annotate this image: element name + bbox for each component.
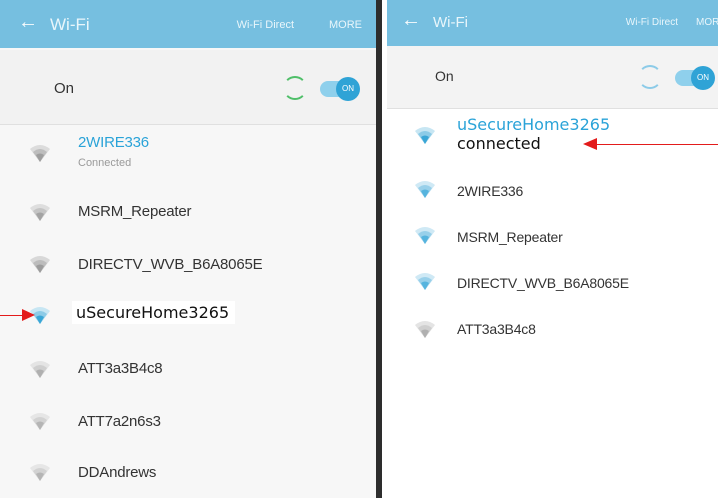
network-name: ATT3a3B4c8: [78, 360, 163, 377]
network-item[interactable]: uSecureHome3265 connected: [387, 110, 718, 166]
wifi-signal-icon: [30, 204, 50, 221]
network-name: MSRM_Repeater: [457, 229, 563, 245]
network-status: connected: [453, 132, 547, 155]
network-item[interactable]: ATT3a3B4c8: [387, 306, 718, 352]
wifi-signal-icon: [30, 464, 50, 481]
network-item[interactable]: 2WIRE336: [387, 168, 718, 214]
wifi-toggle-row[interactable]: On ON: [387, 46, 718, 109]
app-bar: ← Wi-Fi Wi-Fi Direct MORE: [0, 0, 376, 48]
back-arrow-icon[interactable]: ←: [401, 10, 421, 30]
wifi-direct-button[interactable]: Wi-Fi Direct: [237, 19, 294, 31]
wifi-signal-icon: [415, 181, 435, 198]
network-name: ATT7a2n6s3: [78, 413, 161, 430]
app-bar: ← Wi-Fi Wi-Fi Direct MORE: [387, 0, 718, 46]
wifi-signal-icon: [30, 256, 50, 273]
scanning-spinner-icon: [283, 76, 307, 100]
wifi-toggle-switch[interactable]: ON: [320, 77, 360, 101]
network-item[interactable]: DIRECTV_WVB_B6A8065E: [387, 260, 718, 306]
network-item[interactable]: ATT7a2n6s3: [0, 394, 376, 446]
screen-title: Wi-Fi: [50, 15, 90, 34]
toggle-knob: ON: [336, 77, 360, 101]
wifi-signal-icon: [415, 127, 435, 144]
network-name: 2WIRE336: [457, 183, 524, 199]
annotation-arrow-right-head: [583, 138, 597, 150]
wifi-signal-icon: [415, 321, 435, 338]
screen-title: Wi-Fi: [433, 14, 468, 31]
network-status: Connected: [78, 157, 132, 169]
network-name: 2WIRE336: [78, 134, 149, 151]
wifi-signal-icon: [30, 413, 50, 430]
network-item[interactable]: DIRECTV_WVB_B6A8065E: [0, 238, 376, 290]
wifi-signal-icon: [415, 227, 435, 244]
wifi-toggle-row[interactable]: On ON: [0, 50, 376, 125]
network-name: DIRECTV_WVB_B6A8065E: [78, 256, 263, 273]
wifi-toggle-switch[interactable]: ON: [675, 66, 715, 90]
more-button[interactable]: MORE: [329, 19, 362, 31]
back-arrow-icon[interactable]: ←: [18, 12, 38, 32]
wifi-signal-icon: [30, 361, 50, 378]
wifi-screen-after: ← Wi-Fi Wi-Fi Direct MORE On ON uSecureH…: [387, 0, 718, 390]
annotation-arrow-left: [0, 315, 22, 316]
network-name: ATT3a3B4c8: [457, 321, 536, 337]
network-name: uSecureHome3265: [72, 301, 236, 324]
wifi-on-label: On: [435, 68, 454, 84]
network-item[interactable]: ATT3a3B4c8: [0, 342, 376, 394]
annotation-arrow-right: [596, 144, 718, 145]
scanning-spinner-icon: [638, 65, 662, 89]
network-item[interactable]: uSecureHome3265: [0, 290, 376, 342]
network-name: DDAndrews: [78, 464, 157, 481]
network-item[interactable]: MSRM_Repeater: [387, 214, 718, 260]
wifi-signal-icon: [415, 273, 435, 290]
toggle-knob: ON: [691, 66, 715, 90]
network-name: DIRECTV_WVB_B6A8065E: [457, 275, 629, 291]
wifi-direct-button[interactable]: Wi-Fi Direct: [626, 17, 678, 28]
network-item[interactable]: MSRM_Repeater: [0, 186, 376, 238]
wifi-on-label: On: [54, 80, 75, 97]
network-item[interactable]: DDAndrews: [0, 446, 376, 498]
wifi-screen-before: ← Wi-Fi Wi-Fi Direct MORE On ON 2WIRE336…: [0, 0, 376, 498]
wifi-signal-icon: [30, 145, 50, 162]
more-button[interactable]: MORE: [696, 17, 718, 28]
annotation-arrow-left-head: [22, 309, 35, 321]
network-item[interactable]: 2WIRE336 Connected: [0, 124, 376, 182]
network-name: MSRM_Repeater: [78, 203, 192, 220]
